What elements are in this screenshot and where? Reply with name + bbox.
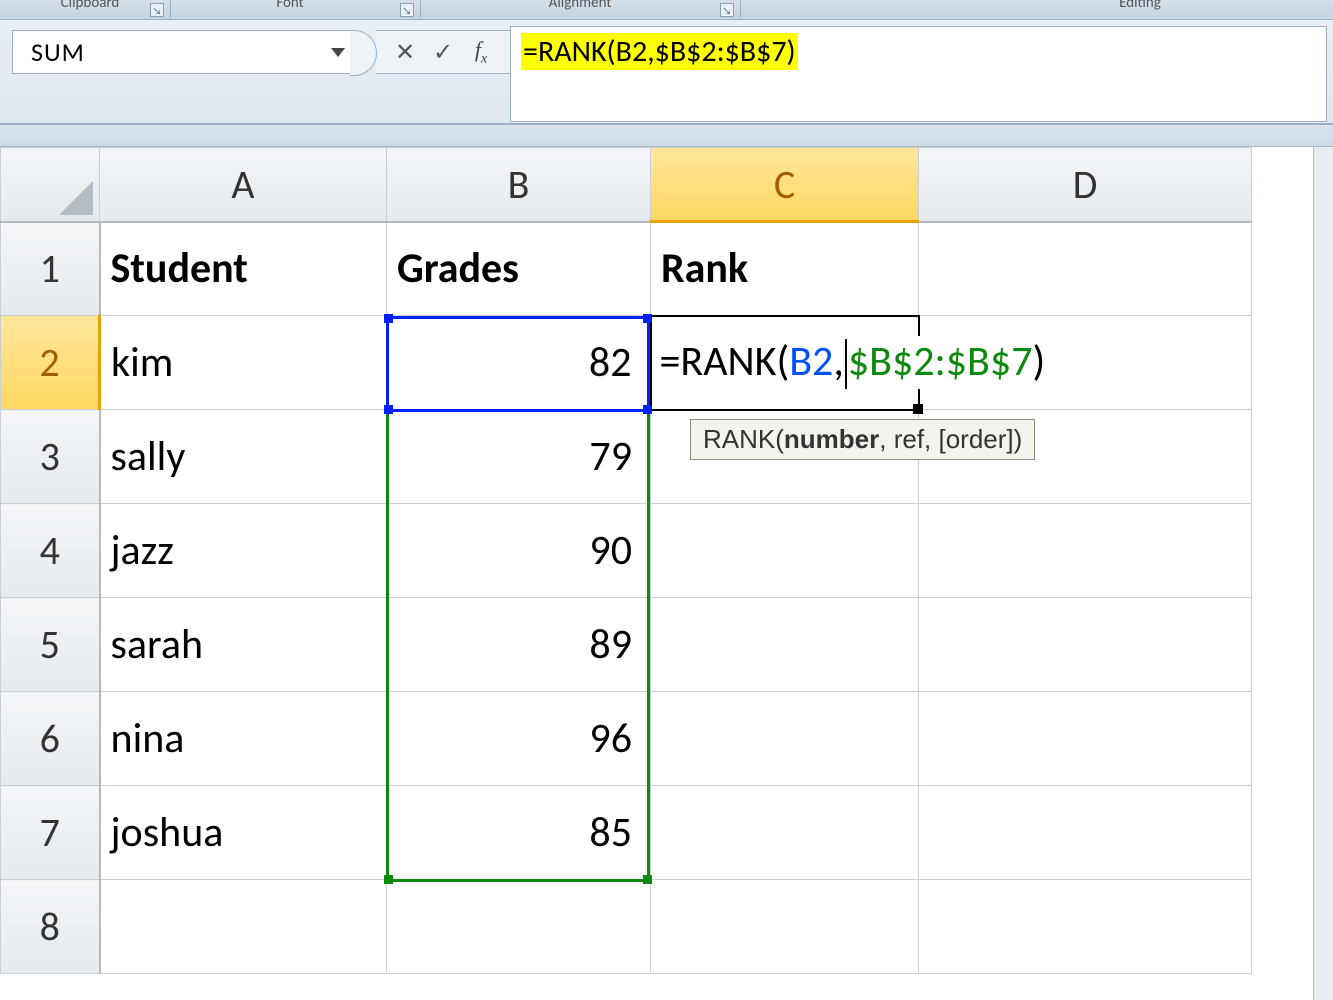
formula-bar-text: =RANK(B2,$B$2:$B$7): [521, 33, 798, 70]
cell-a5[interactable]: sarah: [100, 598, 387, 692]
cell-b6[interactable]: 96: [387, 692, 651, 786]
row-header-6[interactable]: 6: [1, 692, 100, 786]
vertical-scrollbar[interactable]: [1313, 147, 1333, 1000]
cell-b4[interactable]: 90: [387, 504, 651, 598]
cell-b8[interactable]: [387, 880, 651, 974]
row-header-7[interactable]: 7: [1, 786, 100, 880]
cell-b1[interactable]: Grades: [387, 222, 651, 316]
ribbon-group-editing: Editing: [1090, 0, 1190, 12]
cell-a4[interactable]: jazz: [100, 504, 387, 598]
row-header-1[interactable]: 1: [1, 222, 100, 316]
select-all-corner[interactable]: [1, 148, 100, 222]
row-header-2[interactable]: 2: [1, 316, 100, 410]
chevron-down-icon[interactable]: [331, 48, 345, 57]
fill-handle[interactable]: [913, 404, 923, 414]
cell-c8[interactable]: [651, 880, 919, 974]
cell-b5[interactable]: 89: [387, 598, 651, 692]
cell-d7[interactable]: [919, 786, 1252, 880]
cell-d8[interactable]: [919, 880, 1252, 974]
cell-b3[interactable]: 79: [387, 410, 651, 504]
cell-c4[interactable]: [651, 504, 919, 598]
cell-d6[interactable]: [919, 692, 1252, 786]
ribbon-group-font: Font: [250, 0, 330, 12]
spreadsheet-grid[interactable]: A B C D 1 Student Grades Rank 2 kim 82 =…: [0, 147, 1333, 974]
cell-b7[interactable]: 85: [387, 786, 651, 880]
cell-a6[interactable]: nina: [100, 692, 387, 786]
cell-c1[interactable]: Rank: [651, 222, 919, 316]
cell-c2-editing[interactable]: =RANK(B2,$B$2:$B$7): [651, 316, 919, 410]
formula-bar-input[interactable]: =RANK(B2,$B$2:$B$7): [510, 26, 1327, 122]
row-header-4[interactable]: 4: [1, 504, 100, 598]
cell-a3[interactable]: sally: [100, 410, 387, 504]
enter-formula-button[interactable]: ✓: [424, 38, 462, 67]
cell-c5[interactable]: [651, 598, 919, 692]
namebox-separator: [352, 30, 376, 74]
cell-a8[interactable]: [100, 880, 387, 974]
row-header-8[interactable]: 8: [1, 880, 100, 974]
name-box[interactable]: SUM: [12, 30, 352, 74]
fx-button[interactable]: fx: [462, 37, 500, 67]
cell-a1[interactable]: Student: [100, 222, 387, 316]
formula-bar-buttons: ✕ ✓ fx: [376, 30, 510, 74]
cell-a2[interactable]: kim: [100, 316, 387, 410]
column-header-b[interactable]: B: [387, 148, 651, 222]
cell-a7[interactable]: joshua: [100, 786, 387, 880]
cancel-formula-button[interactable]: ✕: [386, 38, 424, 67]
column-header-a[interactable]: A: [100, 148, 387, 222]
ribbon-group-alignment: Alignment: [510, 0, 650, 12]
row-header-5[interactable]: 5: [1, 598, 100, 692]
formula-bar-row: SUM ✕ ✓ fx =RANK(B2,$B$2:$B$7): [0, 20, 1333, 125]
name-box-value: SUM: [31, 36, 85, 68]
dialog-launcher-icon[interactable]: ↘: [150, 3, 164, 17]
column-header-d[interactable]: D: [919, 148, 1252, 222]
cell-c6[interactable]: [651, 692, 919, 786]
column-header-c[interactable]: C: [651, 148, 919, 222]
cell-d1[interactable]: [919, 222, 1252, 316]
cell-d5[interactable]: [919, 598, 1252, 692]
separator-strip: [0, 125, 1333, 147]
ribbon-group-clipboard: Clipboard: [30, 0, 150, 12]
dialog-launcher-icon[interactable]: ↘: [400, 3, 414, 17]
dialog-launcher-icon[interactable]: ↘: [720, 3, 734, 17]
ribbon-group-labels: Clipboard ↘ Font ↘ Alignment ↘ Editing: [0, 0, 1333, 20]
cell-d4[interactable]: [919, 504, 1252, 598]
in-cell-formula: =RANK(B2,$B$2:$B$7): [660, 336, 1052, 390]
cell-c7[interactable]: [651, 786, 919, 880]
row-header-3[interactable]: 3: [1, 410, 100, 504]
function-tooltip: RANK(number, ref, [order]): [690, 419, 1035, 460]
cell-b2[interactable]: 82: [387, 316, 651, 410]
